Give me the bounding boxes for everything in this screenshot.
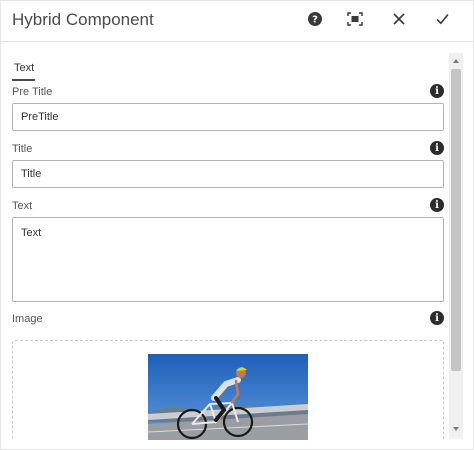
info-icon[interactable]: i — [430, 198, 444, 212]
dialog: Hybrid Component ? Text Pre Title i PreT… — [0, 0, 474, 450]
info-icon[interactable]: i — [430, 311, 444, 325]
close-button[interactable] — [389, 11, 409, 31]
svg-text:?: ? — [312, 14, 318, 25]
image-label: Image — [12, 313, 43, 325]
close-icon — [393, 12, 405, 30]
pretitle-input[interactable]: PreTitle — [12, 103, 444, 131]
image-dropzone[interactable] — [12, 340, 444, 440]
help-icon: ? — [308, 11, 322, 31]
dialog-content: Text Pre Title i PreTitle Title i Title … — [1, 42, 463, 440]
pretitle-label: Pre Title — [12, 86, 53, 98]
fullscreen-button[interactable] — [345, 11, 365, 31]
info-icon[interactable]: i — [430, 84, 444, 98]
done-button[interactable] — [432, 11, 452, 31]
dialog-header: Hybrid Component ? — [1, 1, 473, 42]
title-label: Title — [12, 143, 33, 155]
help-button[interactable]: ? — [305, 11, 325, 31]
scrollbar-thumb[interactable] — [451, 69, 461, 371]
text-textarea[interactable]: Text — [12, 217, 444, 302]
text-label: Text — [12, 200, 33, 212]
tab-text[interactable]: Text — [14, 62, 34, 74]
dialog-title: Hybrid Component — [12, 10, 154, 29]
title-input[interactable]: Title — [12, 160, 444, 188]
image-thumbnail — [148, 354, 308, 440]
tab-active-indicator — [12, 79, 35, 81]
fullscreen-icon — [347, 11, 363, 31]
info-icon[interactable]: i — [430, 141, 444, 155]
scroll-down-icon[interactable] — [452, 425, 460, 433]
scrollbar[interactable] — [449, 53, 463, 439]
scroll-up-icon[interactable] — [452, 57, 460, 65]
checkmark-icon — [435, 12, 449, 30]
